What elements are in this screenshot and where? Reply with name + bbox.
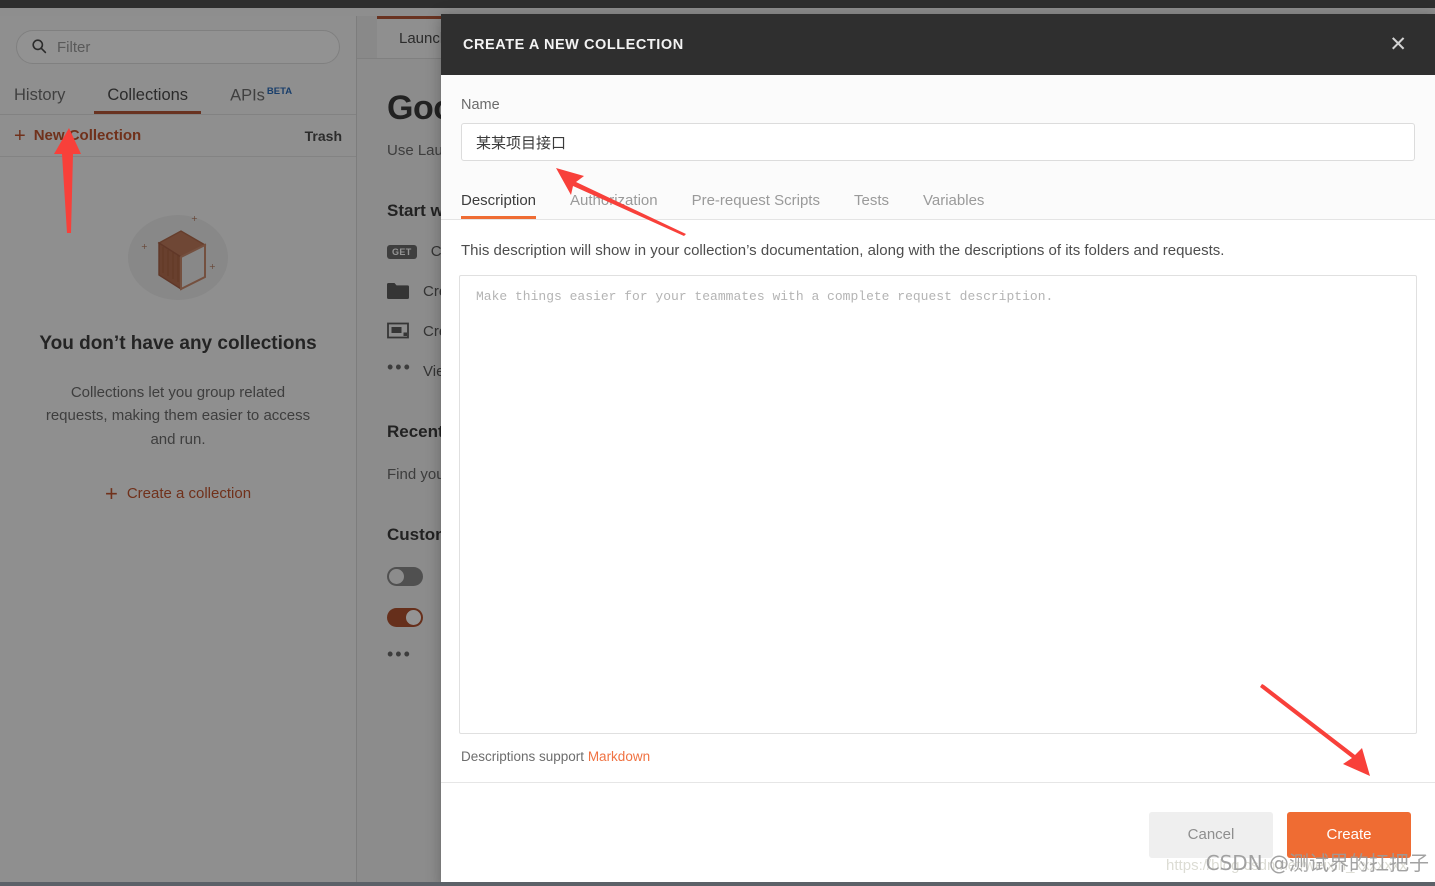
app-window: Filter History Collections APIs BETA + Ne… <box>0 0 1435 886</box>
description-note: This description will show in your colle… <box>461 242 1225 259</box>
close-icon[interactable]: ✕ <box>1383 30 1413 59</box>
tab-pre-request-scripts[interactable]: Pre-request Scripts <box>692 192 820 219</box>
description-textarea[interactable] <box>459 275 1417 734</box>
modal-header: CREATE A NEW COLLECTION ✕ <box>441 14 1435 75</box>
collection-name-input[interactable] <box>461 123 1415 161</box>
tab-tests[interactable]: Tests <box>854 192 889 219</box>
tab-description[interactable]: Description <box>461 192 537 219</box>
window-top-strip <box>0 0 1435 8</box>
modal-title: CREATE A NEW COLLECTION <box>463 36 684 53</box>
create-collection-modal: CREATE A NEW COLLECTION ✕ Name Descripti… <box>441 14 1435 886</box>
tab-variables[interactable]: Variables <box>923 192 984 219</box>
markdown-support-note: Descriptions support Markdown <box>441 734 1435 782</box>
watermark-text: CSDN @测试界的扛把子 <box>1205 851 1429 875</box>
modal-tabs: Description Authorization Pre-request Sc… <box>441 179 1435 220</box>
name-label: Name <box>461 97 500 113</box>
tab-authorization[interactable]: Authorization <box>570 192 658 219</box>
window-bottom-strip <box>0 882 1435 886</box>
markdown-prefix: Descriptions support <box>461 749 588 764</box>
markdown-link[interactable]: Markdown <box>588 749 650 764</box>
name-field-group: Name <box>441 75 1435 179</box>
modal-body: Name Description Authorization Pre-reque… <box>441 75 1435 782</box>
